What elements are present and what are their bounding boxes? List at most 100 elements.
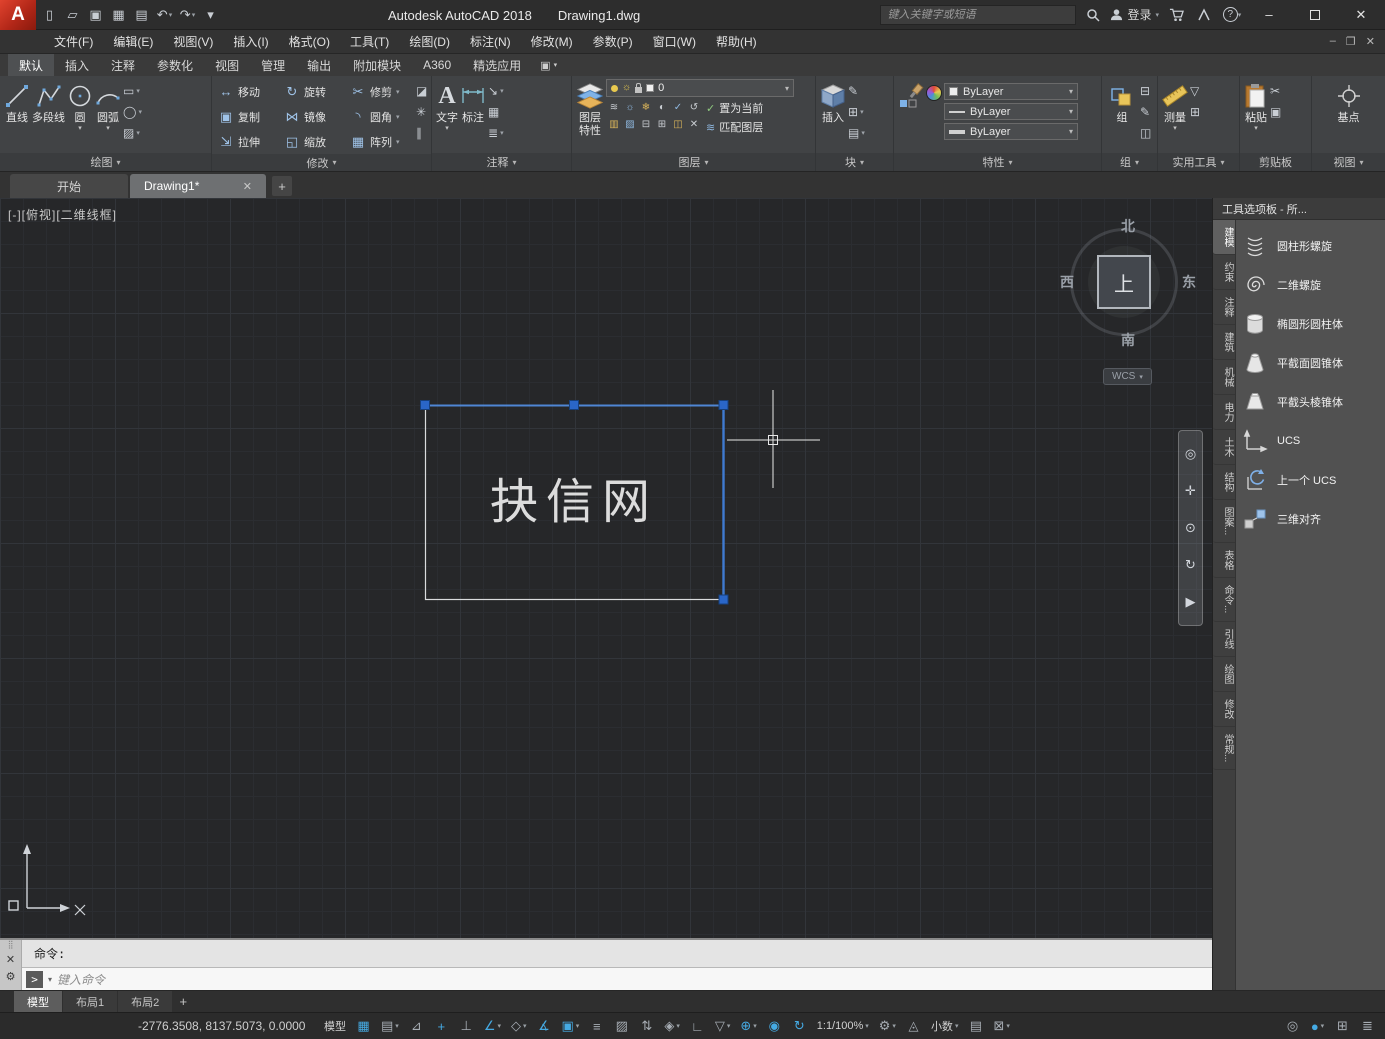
menu-item[interactable]: 编辑(E) (103, 30, 163, 54)
customization-icon[interactable]: ≣ (1356, 1016, 1379, 1037)
file-tab-start[interactable]: 开始 (10, 174, 128, 198)
layout-tab[interactable]: 布局2 (118, 991, 173, 1012)
color-wheel-icon[interactable] (926, 85, 942, 101)
viewcube-west[interactable]: 西 (1060, 272, 1074, 292)
drag-handle-icon[interactable]: ⣿ (8, 941, 14, 949)
viewcube-top-face[interactable]: 上 (1097, 255, 1151, 309)
panel-footer-view[interactable]: 视图 ▾ (1312, 153, 1385, 171)
ribbon-options-button[interactable]: ▣ ▾ (532, 54, 565, 76)
workspace-icon[interactable]: ⚙ ▾ (875, 1016, 900, 1037)
autocad-logo[interactable]: A (0, 0, 36, 30)
object-color-combo[interactable]: ByLayer ▾ (944, 83, 1078, 100)
ribbon-tab[interactable]: 注释 (100, 54, 146, 76)
layer-tool-icon[interactable]: ↺ (686, 99, 702, 116)
modify-tool[interactable]: ▣ 复制 (216, 104, 282, 129)
group-button[interactable]: 组 (1106, 79, 1138, 126)
panel-footer-utilities[interactable]: 实用工具 ▾ (1158, 153, 1239, 171)
viewcube-south[interactable]: 南 (1121, 330, 1135, 350)
infer-constraints-icon[interactable]: ⊿ (405, 1016, 428, 1037)
ribbon-tab[interactable]: 精选应用 (462, 54, 532, 76)
ribbon-tab[interactable]: A360 (412, 54, 462, 76)
match-properties-button[interactable] (898, 79, 924, 113)
viewcube-east[interactable]: 东 (1182, 272, 1196, 292)
block-create-tool[interactable]: ⊞ ▾ (848, 103, 865, 121)
palette-item-frustum-cone[interactable]: 平截面圆锥体 (1241, 349, 1380, 377)
doc-restore-icon[interactable]: ❐ (1346, 35, 1356, 48)
ungroup-tool[interactable]: ⊟ (1140, 82, 1151, 100)
plot-icon[interactable]: ▤ (131, 4, 152, 25)
autoscale-icon[interactable]: ↻ (788, 1016, 811, 1037)
ribbon-tab[interactable]: 输出 (296, 54, 342, 76)
modify-tool[interactable]: ◱ 缩放 (282, 129, 348, 154)
group-select-tool[interactable]: ◫ (1140, 124, 1151, 142)
modify-tool[interactable]: ◝ 圆角 ▾ (348, 104, 414, 129)
layer-select-combo[interactable]: ☼ 0 ▾ (606, 79, 794, 97)
selection-filter-icon[interactable]: ▽ ▾ (711, 1016, 735, 1037)
annotation-monitor-icon[interactable]: ◬ (902, 1016, 925, 1037)
menu-item[interactable]: 窗口(W) (643, 30, 706, 54)
ribbon-tab[interactable]: 附加模块 (342, 54, 412, 76)
group-edit-tool[interactable]: ✎ (1140, 103, 1151, 121)
recent-commands-icon[interactable]: > (26, 970, 43, 988)
layout-tab[interactable]: 模型 (14, 991, 62, 1012)
panel-footer-draw[interactable]: 绘图 ▾ (0, 153, 211, 171)
menu-item[interactable]: 插入(I) (223, 30, 278, 54)
palette-item-ucs[interactable]: UCS (1241, 427, 1380, 455)
close-tab-icon[interactable]: ✕ (243, 180, 252, 193)
modify-tool[interactable]: ⇲ 拉伸 (216, 129, 282, 154)
copy-clip-tool[interactable]: ▣ (1270, 103, 1281, 121)
redo-icon[interactable]: ↷ ▾ (177, 4, 198, 25)
annotation-scale[interactable]: 1:1/100% ▾ (813, 1016, 873, 1037)
panel-footer-annotation[interactable]: 注释 ▾ (432, 153, 571, 171)
text-button[interactable]: A 文字 ▾ (436, 79, 458, 134)
tool-palette-title[interactable]: 工具选项板 - 所... (1213, 198, 1385, 220)
minimize-button[interactable]: – (1249, 2, 1289, 28)
autodesk-app-icon[interactable] (1193, 4, 1215, 26)
snap-icon[interactable]: ▤ ▾ (377, 1016, 403, 1037)
dim-style-tool[interactable]: ≣ ▾ (488, 124, 504, 142)
search-icon[interactable] (1082, 4, 1104, 26)
modify-tool[interactable]: ▦ 阵列 ▾ (348, 129, 414, 154)
table-tool[interactable]: ▦ (488, 103, 504, 121)
palette-tab[interactable]: 修改 (1213, 692, 1235, 727)
layer-tool-icon[interactable]: ❄ (638, 99, 654, 116)
modify-tool[interactable]: ✂ 修剪 ▾ (348, 79, 414, 104)
erase-tool[interactable]: ◪ (416, 82, 427, 100)
palette-item-2d-spiral[interactable]: 二维螺旋 (1241, 271, 1380, 299)
polar-tracking-icon[interactable]: ∠ ▾ (480, 1016, 505, 1037)
chevron-down-icon[interactable]: ▾ (48, 975, 52, 984)
file-tab-drawing1[interactable]: Drawing1* ✕ (130, 174, 266, 198)
dynamic-input-icon[interactable]: + (430, 1016, 453, 1037)
ortho-icon[interactable]: ⊥ (455, 1016, 478, 1037)
wcs-menu[interactable]: WCS ▾ (1103, 368, 1152, 385)
palette-tab[interactable]: 图案... (1213, 500, 1235, 544)
palette-tab[interactable]: 绘图 (1213, 657, 1235, 692)
ribbon-tab[interactable]: 插入 (54, 54, 100, 76)
circle-button[interactable]: 圆 ▾ (67, 79, 93, 134)
palette-item-frustum-pyramid[interactable]: 平截头棱锥体 (1241, 388, 1380, 416)
customize-command-icon[interactable]: ⚙ (6, 970, 16, 983)
lock-ui-icon[interactable]: ⊠ ▾ (989, 1016, 1013, 1037)
palette-tab[interactable]: 约束 (1213, 255, 1235, 290)
command-input[interactable]: > ▾ 键入命令 (22, 967, 1212, 990)
line-button[interactable]: 直线 (4, 79, 30, 126)
measure-button[interactable]: 测量 ▾ (1162, 79, 1188, 134)
menu-item[interactable]: 标注(N) (460, 30, 521, 54)
grip-top-left[interactable] (420, 400, 430, 410)
panel-footer-block[interactable]: 块 ▾ (816, 153, 893, 171)
panel-footer-properties[interactable]: 特性 ▾ (894, 153, 1101, 171)
graphics-performance-icon[interactable]: ● ▾ (1306, 1016, 1329, 1037)
doc-minimize-icon[interactable]: – (1330, 35, 1336, 48)
dynamic-ucs-icon[interactable]: ∟ (686, 1016, 709, 1037)
panel-footer-layers[interactable]: 图层 ▾ (572, 153, 815, 171)
osnap-3d-icon[interactable]: ◈ ▾ (660, 1016, 684, 1037)
palette-tab[interactable]: 引线 (1213, 622, 1235, 657)
menu-item[interactable]: 修改(M) (521, 30, 583, 54)
explode-tool[interactable]: ✳ (416, 103, 427, 121)
doc-close-icon[interactable]: ✕ (1366, 35, 1375, 48)
menu-item[interactable]: 视图(V) (163, 30, 223, 54)
grid-icon[interactable]: ▦ (352, 1016, 375, 1037)
palette-tab[interactable]: 建模 (1213, 220, 1235, 255)
leader-tool[interactable]: ↘ ▾ (488, 82, 504, 100)
offset-tool[interactable]: ∥ (416, 124, 427, 142)
